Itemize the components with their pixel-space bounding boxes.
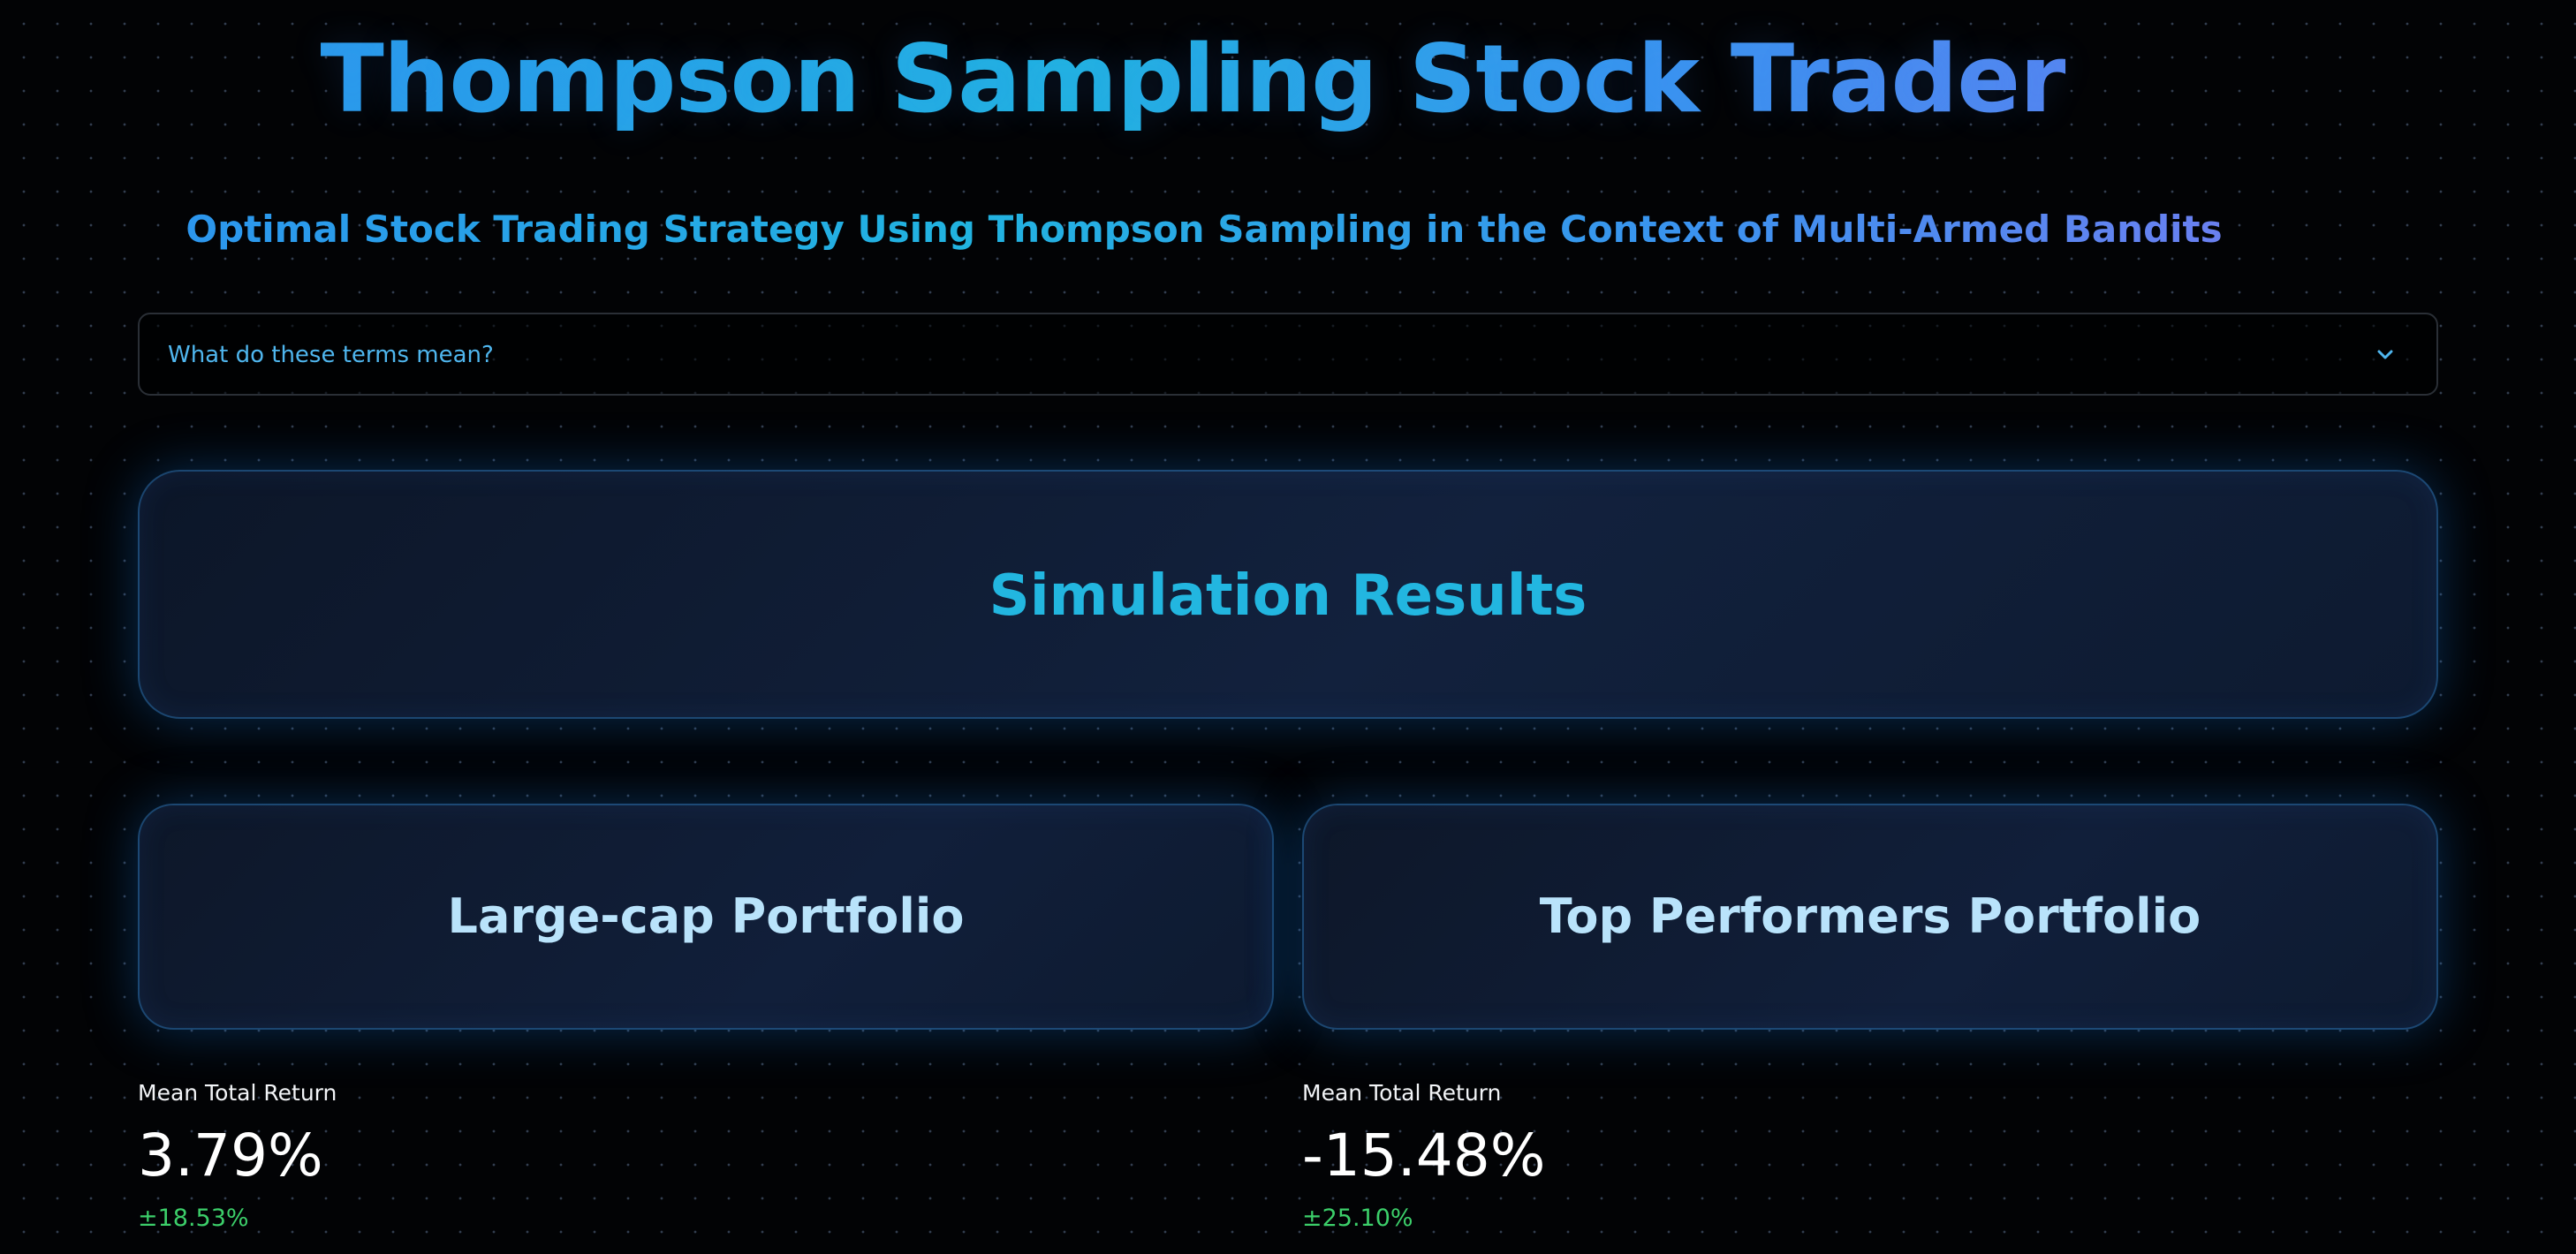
portfolio-title: Large-cap Portfolio: [447, 888, 965, 944]
top-performers-portfolio-card: Top Performers Portfolio: [1302, 804, 2438, 1030]
chevron-down-icon[interactable]: [2369, 339, 2401, 371]
app-page: Thompson Sampling Stock Trader Optimal S…: [0, 0, 2576, 1254]
metric-delta: ±25.10%: [1302, 1205, 1413, 1232]
simulation-results-card: Simulation Results: [138, 470, 2438, 719]
simulation-results-heading: Simulation Results: [989, 563, 1587, 629]
portfolio-title: Top Performers Portfolio: [1539, 888, 2201, 944]
metric-value: 3.79%: [138, 1122, 323, 1190]
metric-label: Mean Total Return: [138, 1080, 337, 1106]
large-cap-return-metric: Mean Total Return 3.79% ±18.53%: [138, 1076, 337, 1236]
page-subtitle: Optimal Stock Trading Strategy Using Tho…: [0, 203, 2408, 256]
large-cap-portfolio-card: Large-cap Portfolio: [138, 804, 1274, 1030]
metric-value: -15.48%: [1302, 1122, 1546, 1190]
metric-label: Mean Total Return: [1302, 1080, 1502, 1106]
page-title: Thompson Sampling Stock Trader: [0, 18, 2385, 141]
top-performers-return-metric: Mean Total Return -15.48% ±25.10%: [1302, 1076, 1545, 1236]
terms-expander[interactable]: What do these terms mean?: [138, 313, 2438, 396]
expander-label: What do these terms mean?: [168, 342, 494, 368]
metric-delta: ±18.53%: [138, 1205, 249, 1232]
